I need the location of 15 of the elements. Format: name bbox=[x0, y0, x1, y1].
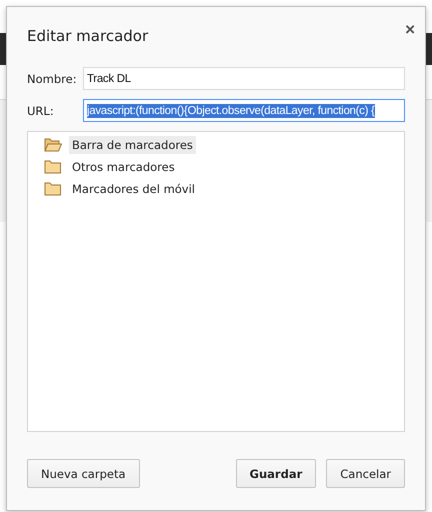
dialog-title: Editar marcador bbox=[27, 27, 148, 45]
folder-icon bbox=[44, 160, 62, 174]
folder-item[interactable]: Barra de marcadores bbox=[69, 136, 196, 154]
folder-item[interactable]: Otros marcadores bbox=[69, 158, 178, 176]
field-label: URL: bbox=[27, 104, 55, 118]
dialog-button[interactable]: Guardar bbox=[236, 459, 316, 488]
folder-item[interactable]: Marcadores del móvil bbox=[69, 180, 198, 198]
input-field[interactable]: Track DL bbox=[83, 67, 405, 90]
dialog-button[interactable]: Cancelar bbox=[326, 459, 405, 488]
dialog-button[interactable]: Nueva carpeta bbox=[27, 459, 140, 488]
input-field[interactable]: javascript:(function(){Object.observe(dataLayer, function(c) { bbox=[83, 99, 405, 122]
field-label: Nombre: bbox=[27, 72, 78, 86]
close-button[interactable]: × bbox=[405, 21, 415, 38]
folder-icon bbox=[44, 182, 62, 196]
open-folder-icon bbox=[44, 138, 62, 152]
